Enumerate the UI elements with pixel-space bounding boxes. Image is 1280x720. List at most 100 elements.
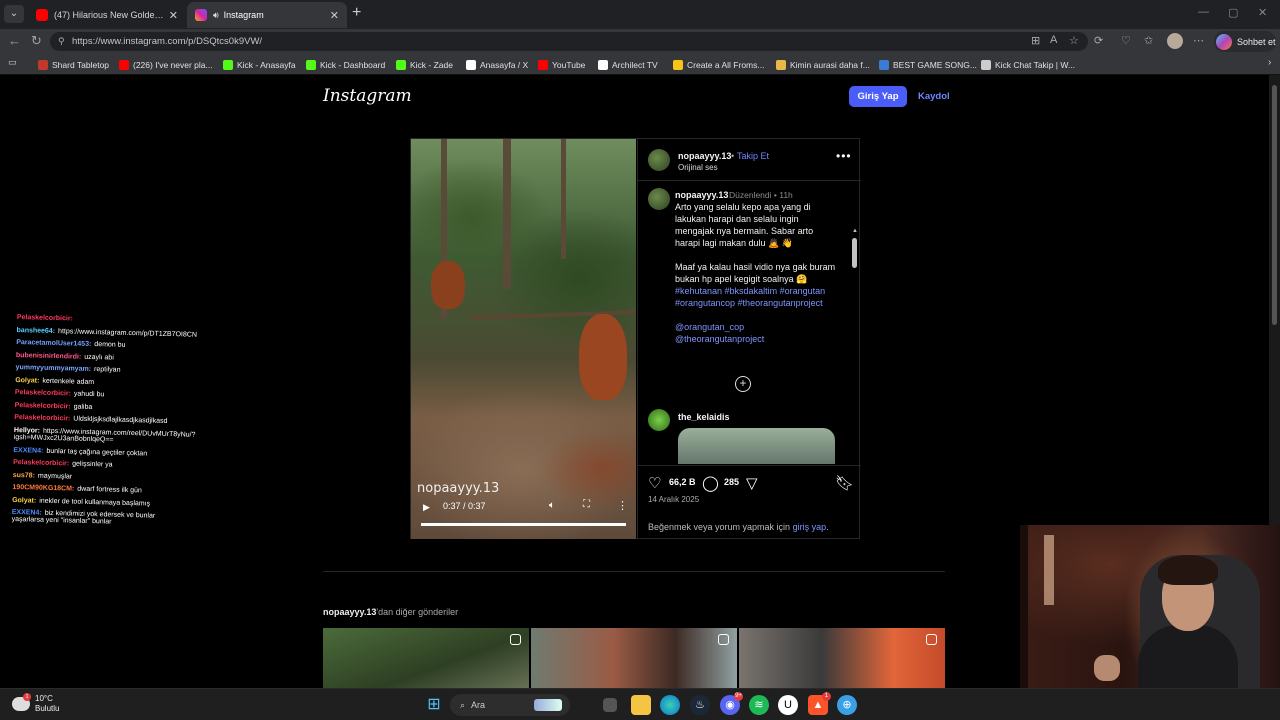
login-button[interactable]: Giriş Yap: [849, 86, 907, 107]
post-video[interactable]: nopaayyy.13 ▶ 0:37 / 0:37 🔈︎ ⛶ ⋮: [411, 139, 636, 539]
close-window-button[interactable]: ✕: [1258, 6, 1267, 19]
video-more-icon[interactable]: ⋮: [617, 499, 628, 512]
post-thumbnail[interactable]: [323, 628, 529, 688]
bookmark-item[interactable]: (226) I've never pla...: [119, 57, 213, 72]
author-username[interactable]: nopaayyy.13: [678, 151, 731, 161]
lamp: [1044, 535, 1054, 605]
scroll-up-icon[interactable]: ▲: [852, 228, 858, 234]
commenter-avatar[interactable]: [648, 409, 670, 431]
url-field[interactable]: ⚲ https://www.instagram.com/p/DSQtcs0k9V…: [50, 32, 1088, 51]
fullscreen-icon[interactable]: ⛶: [583, 499, 590, 510]
comments-scroll-thumb[interactable]: [852, 238, 857, 268]
like-count[interactable]: 66,2 B: [669, 477, 696, 487]
bookmark-icon[interactable]: 🔖︎: [835, 474, 854, 492]
video-progress-bar[interactable]: [421, 523, 626, 526]
comments-area[interactable]: nopaayyy.13 Düzenlendi • 11h Arto yang s…: [638, 182, 861, 464]
bookmark-item[interactable]: Kick - Dashboard: [306, 57, 385, 72]
more-posts-username[interactable]: nopaayyy.13: [323, 607, 376, 617]
brave-icon[interactable]: ▲ 1: [808, 692, 831, 715]
hashtag-line[interactable]: #kehutanan #bksdakaltim #orangutan: [675, 286, 825, 296]
close-tab-icon[interactable]: ✕: [330, 9, 339, 22]
tab-instagram[interactable]: 🔊︎ Instagram ✕: [187, 2, 347, 28]
task-view-icon[interactable]: [603, 698, 617, 712]
video-time: 0:37 / 0:37: [443, 501, 486, 511]
edge-browser-icon[interactable]: [660, 695, 680, 715]
bookmark-item[interactable]: Archilect TV: [598, 57, 658, 72]
scrollbar-thumb[interactable]: [1272, 85, 1277, 325]
tab-bar: ⌄ (47) Hilarious New Golden Ticket W ✕ 🔊…: [0, 0, 1280, 29]
play-icon[interactable]: ▶: [423, 502, 430, 513]
new-tab-button[interactable]: +: [352, 4, 361, 22]
chat-username: Pelaskelcorbicir:: [13, 458, 70, 468]
caption-username[interactable]: nopaayyy.13: [675, 190, 728, 200]
bookmark-item[interactable]: Create a All Froms...: [673, 57, 764, 72]
chat-text: https://www.instagram.com/reel/DUvMUrT8y…: [13, 427, 196, 444]
close-tab-icon[interactable]: ✕: [169, 9, 178, 22]
chat-text: https://www.instagram.com/p/DT1ZB7OI8CN: [58, 327, 198, 339]
volume-icon[interactable]: 🔈︎: [549, 500, 555, 511]
file-explorer-icon[interactable]: [631, 695, 651, 715]
load-more-comments-icon[interactable]: +: [735, 376, 751, 392]
chat-text: bunlar taş çağına geçtiler çoktan: [46, 447, 148, 457]
read-aloud-icon[interactable]: A: [1050, 34, 1057, 46]
comments-scrollbar[interactable]: ▲ ▼: [851, 228, 859, 464]
bookmark-item[interactable]: Kimin aurasi daha f...: [776, 57, 870, 72]
login-prompt-link[interactable]: giriş yap: [793, 522, 827, 532]
cam-edge: [1020, 525, 1028, 690]
bookmark-item[interactable]: Anasayfa / X: [466, 57, 528, 72]
tab-actions-menu-icon[interactable]: ⌄: [4, 5, 24, 23]
spotify-icon[interactable]: ≋: [749, 695, 769, 715]
browser-essentials-icon[interactable]: ♡: [1121, 34, 1131, 47]
unreal-engine-icon[interactable]: U: [778, 695, 798, 715]
bookmark-item[interactable]: Kick - Anasayfa: [223, 57, 296, 72]
like-heart-icon[interactable]: ♡: [648, 474, 661, 492]
comment-image[interactable]: [678, 428, 835, 464]
tab-title: (47) Hilarious New Golden Ticket W: [54, 10, 165, 20]
audio-label[interactable]: Orijinal ses: [678, 163, 718, 172]
bookmarks-overflow-icon[interactable]: ›: [1268, 57, 1271, 68]
app-available-icon[interactable]: ⊞: [1031, 34, 1040, 47]
post-thumbnail[interactable]: [739, 628, 945, 688]
mention-line[interactable]: @theorangutanproject: [675, 334, 764, 344]
network-app-icon[interactable]: ⊕: [837, 695, 857, 715]
comment-count[interactable]: 285: [724, 477, 739, 487]
discord-icon[interactable]: ◉ 9+: [720, 692, 743, 715]
chat-message: yummyyummyamyam: reptilyan: [16, 364, 121, 374]
favorites-icon[interactable]: ✩: [1144, 34, 1153, 47]
reload-button[interactable]: ↻: [31, 33, 42, 49]
site-info-icon[interactable]: ⚲: [58, 32, 65, 51]
settings-more-icon[interactable]: ⋯: [1193, 34, 1204, 47]
signup-link[interactable]: Kaydol: [918, 91, 950, 102]
caption-avatar[interactable]: [648, 188, 670, 210]
copilot-button[interactable]: Sohbet et: [1214, 31, 1276, 52]
share-icon[interactable]: ▽: [746, 474, 758, 492]
speaker-icon[interactable]: 🔊︎: [213, 10, 219, 21]
bookmark-item[interactable]: YouTube: [538, 57, 585, 72]
tab-youtube[interactable]: (47) Hilarious New Golden Ticket W ✕: [28, 2, 186, 28]
commenter-username[interactable]: the_kelaidis: [678, 412, 730, 422]
mention-line[interactable]: @orangutan_cop: [675, 322, 744, 332]
minimize-button[interactable]: —: [1198, 6, 1209, 18]
bookmark-item[interactable]: Kick Chat Takip | W...: [981, 57, 1075, 72]
maximize-button[interactable]: ▢: [1228, 6, 1238, 19]
bookmark-item[interactable]: Kick - Zade: [396, 57, 453, 72]
bookmark-item[interactable]: BEST GAME SONG...: [879, 57, 977, 72]
profile-avatar[interactable]: [1167, 33, 1183, 49]
comment-icon[interactable]: ◯: [702, 474, 719, 492]
windows-start-icon[interactable]: ⊞: [424, 695, 444, 715]
extensions-icon[interactable]: ⟳: [1094, 34, 1103, 47]
weather-widget[interactable]: 1 10°C Bulutlu: [12, 693, 59, 714]
instagram-logo[interactable]: Instagram: [323, 86, 412, 106]
taskbar-search[interactable]: ⌕ Ara: [450, 694, 570, 716]
weather-temp: 10°C: [35, 694, 53, 703]
more-options-icon[interactable]: •••: [836, 149, 852, 163]
collections-icon[interactable]: ▭: [8, 57, 17, 68]
back-button[interactable]: ←: [8, 33, 21, 48]
bookmark-item[interactable]: Shard Tabletop: [38, 57, 109, 72]
hashtag-line[interactable]: #orangutancop #theorangutanproject: [675, 298, 823, 308]
favorite-star-icon[interactable]: ☆: [1069, 34, 1079, 47]
follow-link[interactable]: Takip Et: [737, 151, 769, 161]
post-thumbnail[interactable]: [531, 628, 737, 688]
author-avatar[interactable]: [648, 149, 670, 171]
steam-icon[interactable]: ♨: [690, 695, 710, 715]
